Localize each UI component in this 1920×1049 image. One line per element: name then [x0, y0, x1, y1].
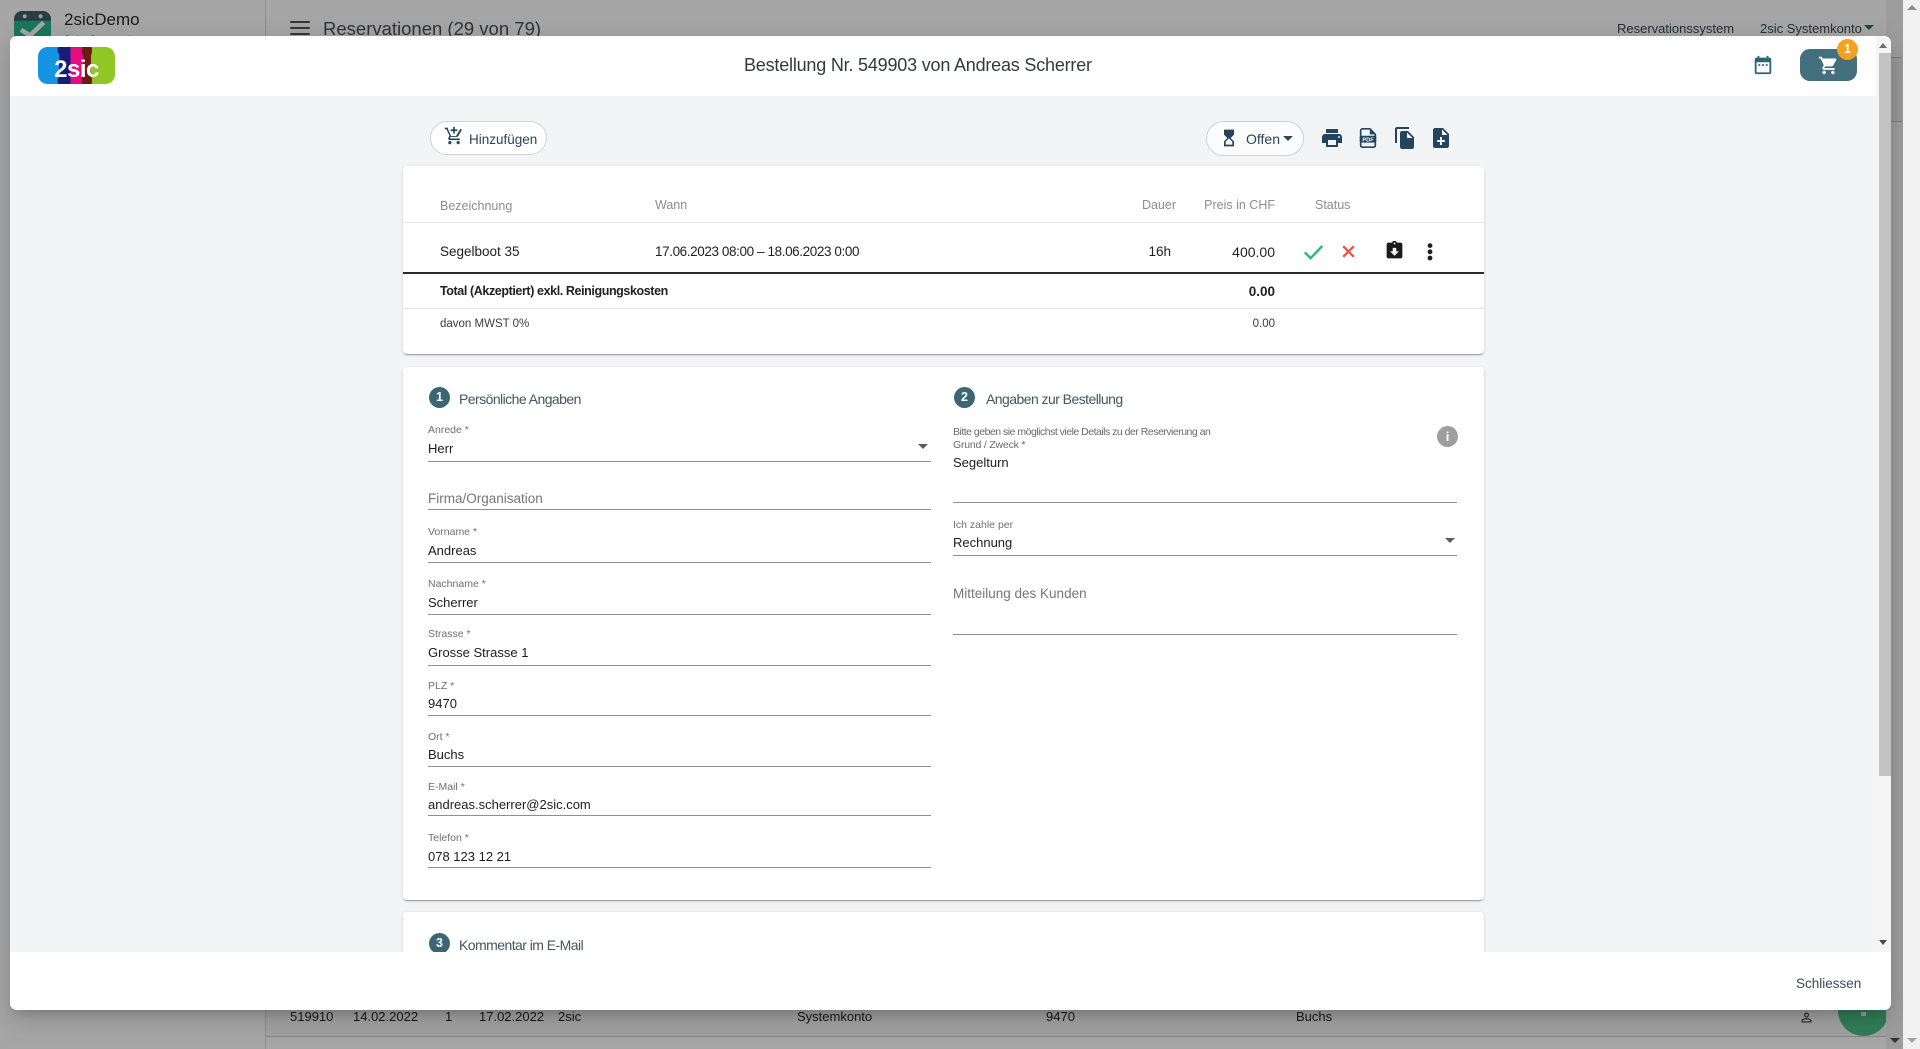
- svg-text:PDF: PDF: [1362, 137, 1374, 143]
- svg-text:2sic: 2sic: [54, 56, 99, 83]
